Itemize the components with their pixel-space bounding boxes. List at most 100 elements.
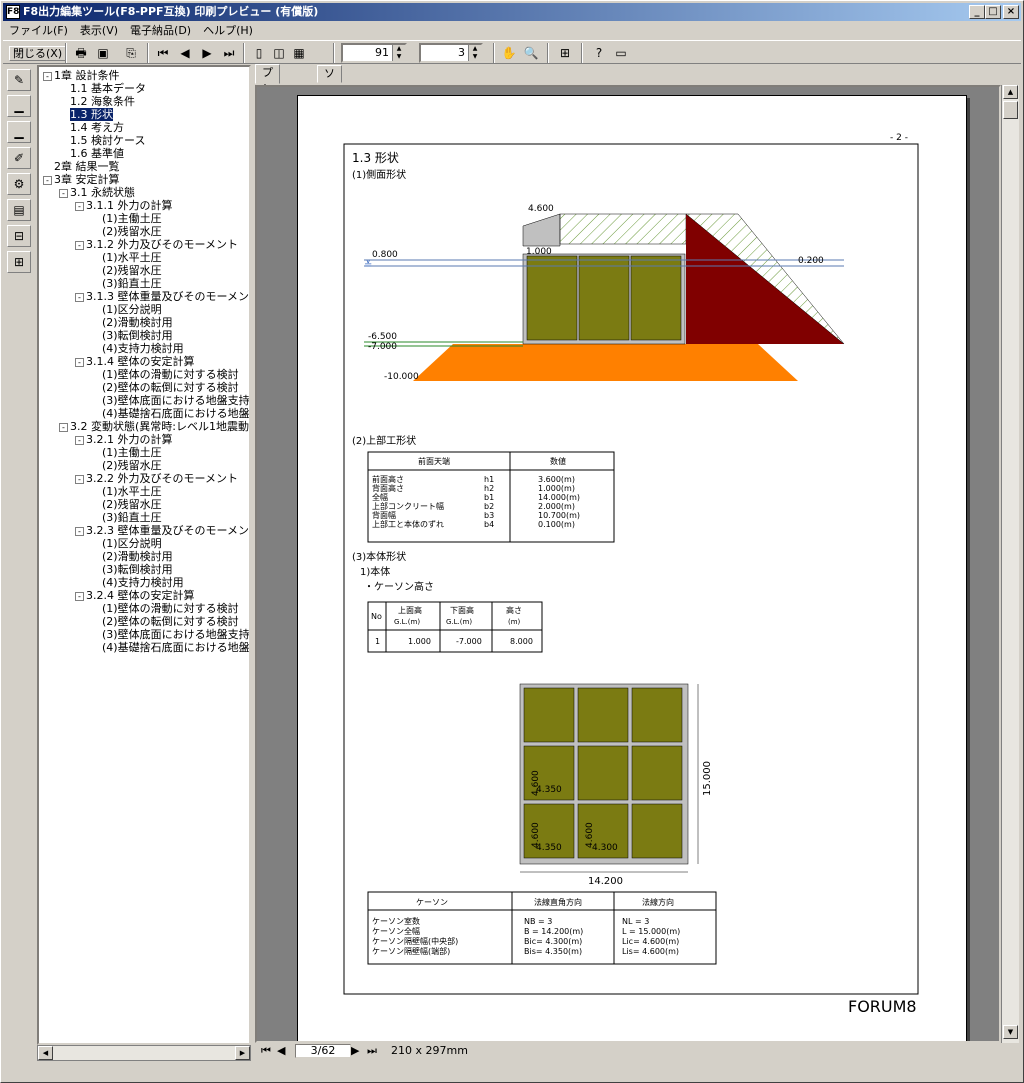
tree-item[interactable]: (4)基礎捨石底面における地盤支持力 [91,407,249,420]
tree-item[interactable]: (4)支持力検討用 [91,342,184,355]
help-icon[interactable]: ? [589,43,609,63]
next-page-icon[interactable]: ▶ [197,43,217,63]
tree-item[interactable]: -3.1.2 外力及びそのモーメント [75,238,238,251]
tree-item[interactable]: -3.2.3 壁体重量及びそのモーメント [75,524,249,537]
tree-expander-icon[interactable]: - [75,435,84,445]
tree-item[interactable]: (2)残留水圧 [91,498,162,511]
tab-source[interactable]: ソース [317,65,342,112]
tree-item[interactable]: (3)転倒検討用 [91,563,173,576]
pen-icon[interactable]: ✎ [7,69,31,91]
zoom-spin-icon[interactable]: ▲ ▼ [392,45,405,61]
hand-tool-icon[interactable]: ✋ [499,43,519,63]
tree-item[interactable]: -3章 安定計算 [43,173,120,186]
next-page-small-icon[interactable]: ▶ [351,1043,359,1059]
tree-item[interactable]: -3.2.2 外力及びそのモーメント [75,472,238,485]
tree-expander-icon[interactable]: - [43,71,52,81]
tree-item[interactable]: (1)水平土圧 [91,251,162,264]
first-page-small-icon[interactable]: ⏮ [261,1043,271,1059]
tree-icon[interactable]: ⊟ [7,225,31,247]
close-preview-button[interactable]: 閉じる(X) [9,46,67,61]
rule-icon[interactable]: ▁ [7,121,31,143]
tree-item[interactable]: (1)水平土圧 [91,485,162,498]
tree-item[interactable]: (1)壁体の滑動に対する検討 [91,602,239,615]
tree-item[interactable]: (3)鉛直土圧 [91,511,162,524]
page-indicator[interactable]: 3/62 [295,1044,351,1058]
page-spin-icon[interactable]: ▲ ▼ [468,45,481,61]
edit-icon[interactable]: ✐ [7,147,31,169]
two-page-icon[interactable]: ◫ [269,43,289,63]
scroll-left-icon[interactable]: ◀ [38,1046,53,1060]
save-icon[interactable]: ▣ [93,43,113,63]
scroll-thumb[interactable] [1003,101,1018,119]
tree-item[interactable]: (3)鉛直土圧 [91,277,162,290]
page-stepper[interactable]: 3 ▲ ▼ [419,43,483,63]
minimize-button[interactable]: _ [969,5,985,19]
tree-expander-icon[interactable]: - [75,526,84,536]
book-icon[interactable]: ▤ [7,199,31,221]
tree-item[interactable]: -3.2.4 壁体の安定計算 [75,589,195,602]
tree-item[interactable]: 1.6 基準値 [59,147,124,160]
tree-expander-icon[interactable]: - [75,201,84,211]
tree-item[interactable]: (1)壁体の滑動に対する検討 [91,368,239,381]
print-icon[interactable]: 🖶 [71,43,91,63]
tree-item[interactable]: (2)滑動検討用 [91,550,173,563]
scroll-down-icon[interactable]: ▼ [1003,1025,1018,1039]
outline-icon[interactable]: ⊞ [7,251,31,273]
zoom-tool-icon[interactable]: 🔍 [521,43,541,63]
tree-item[interactable]: -3.1.4 壁体の安定計算 [75,355,195,368]
tree-item[interactable]: -3.2.1 外力の計算 [75,433,173,446]
tree-expander-icon[interactable]: - [75,474,84,484]
scroll-right-icon[interactable]: ▶ [235,1046,250,1060]
single-page-icon[interactable]: ▯ [249,43,269,63]
export-icon[interactable]: ⊞ [555,43,575,63]
tree-item[interactable]: (1)区分説明 [91,537,162,550]
tree-item[interactable]: (1)主働土圧 [91,212,162,225]
menu-view[interactable]: 表示(V) [74,22,124,39]
tree-hscroll[interactable]: ◀ ▶ [37,1045,251,1061]
tree-item[interactable]: (1)区分説明 [91,303,162,316]
tree-expander-icon[interactable]: - [75,591,84,601]
last-page-small-icon[interactable]: ⏭ [367,1043,377,1059]
tree-item[interactable]: -3.1.3 壁体重量及びそのモーメント [75,290,249,303]
about-icon[interactable]: ▭ [611,43,631,63]
last-page-icon[interactable]: ⏭ [219,43,239,63]
scroll-up-icon[interactable]: ▲ [1003,85,1018,99]
tree-item[interactable]: (2)残留水圧 [91,459,162,472]
multi-page-icon[interactable]: ▦ [289,43,309,63]
tree-item[interactable]: (2)残留水圧 [91,225,162,238]
tree-item[interactable]: 1.5 検討ケース [59,134,145,147]
tree-item[interactable]: -1章 設計条件 [43,69,120,82]
tree-expander-icon[interactable]: - [75,357,84,367]
menu-help[interactable]: ヘルプ(H) [197,22,259,39]
tree-item[interactable]: (3)壁体底面における地盤支持力 [91,394,249,407]
tree-item[interactable]: (3)転倒検討用 [91,329,173,342]
menu-file[interactable]: ファイル(F) [3,22,74,39]
tree-item[interactable]: 2章 結果一覧 [43,160,120,173]
prev-page-small-icon[interactable]: ◀ [277,1043,285,1059]
zoom-stepper[interactable]: 91 ▲ ▼ [341,43,407,63]
tree-expander-icon[interactable]: - [75,240,84,250]
tree-item[interactable]: 1.3 形状 [59,108,113,121]
tree-item[interactable]: (2)壁体の転倒に対する検討 [91,381,239,394]
close-window-button[interactable]: × [1003,5,1019,19]
line-icon[interactable]: ▁ [7,95,31,117]
tree-item[interactable]: -3.2 変動状態(異常時:レベル1地震動) [59,420,249,433]
tree-expander-icon[interactable]: - [75,292,84,302]
tree-item[interactable]: -3.1.1 外力の計算 [75,199,173,212]
tree-item[interactable]: (2)滑動検討用 [91,316,173,329]
tree-item[interactable]: (4)基礎捨石底面における地盤支持力 [91,641,249,654]
tree-expander-icon[interactable]: - [43,175,52,185]
first-page-icon[interactable]: ⏮ [153,43,173,63]
preview-vscroll[interactable]: ▲ ▼ [1001,85,1019,1043]
tree-item[interactable]: -3.1 永続状態 [59,186,135,199]
tree-item[interactable]: (4)支持力検討用 [91,576,184,589]
tree-item[interactable]: (2)壁体の転倒に対する検討 [91,615,239,628]
tab-preview[interactable]: プレビュー [255,64,280,143]
tree-item[interactable]: (1)主働土圧 [91,446,162,459]
page-setup-icon[interactable]: ⎘ [121,43,141,63]
tree-item[interactable]: 1.1 基本データ [59,82,146,95]
tree-item[interactable]: 1.4 考え方 [59,121,124,134]
menu-electronic-delivery[interactable]: 電子納品(D) [124,22,197,39]
tree-expander-icon[interactable]: - [59,422,68,432]
tree-expander-icon[interactable]: - [59,188,68,198]
